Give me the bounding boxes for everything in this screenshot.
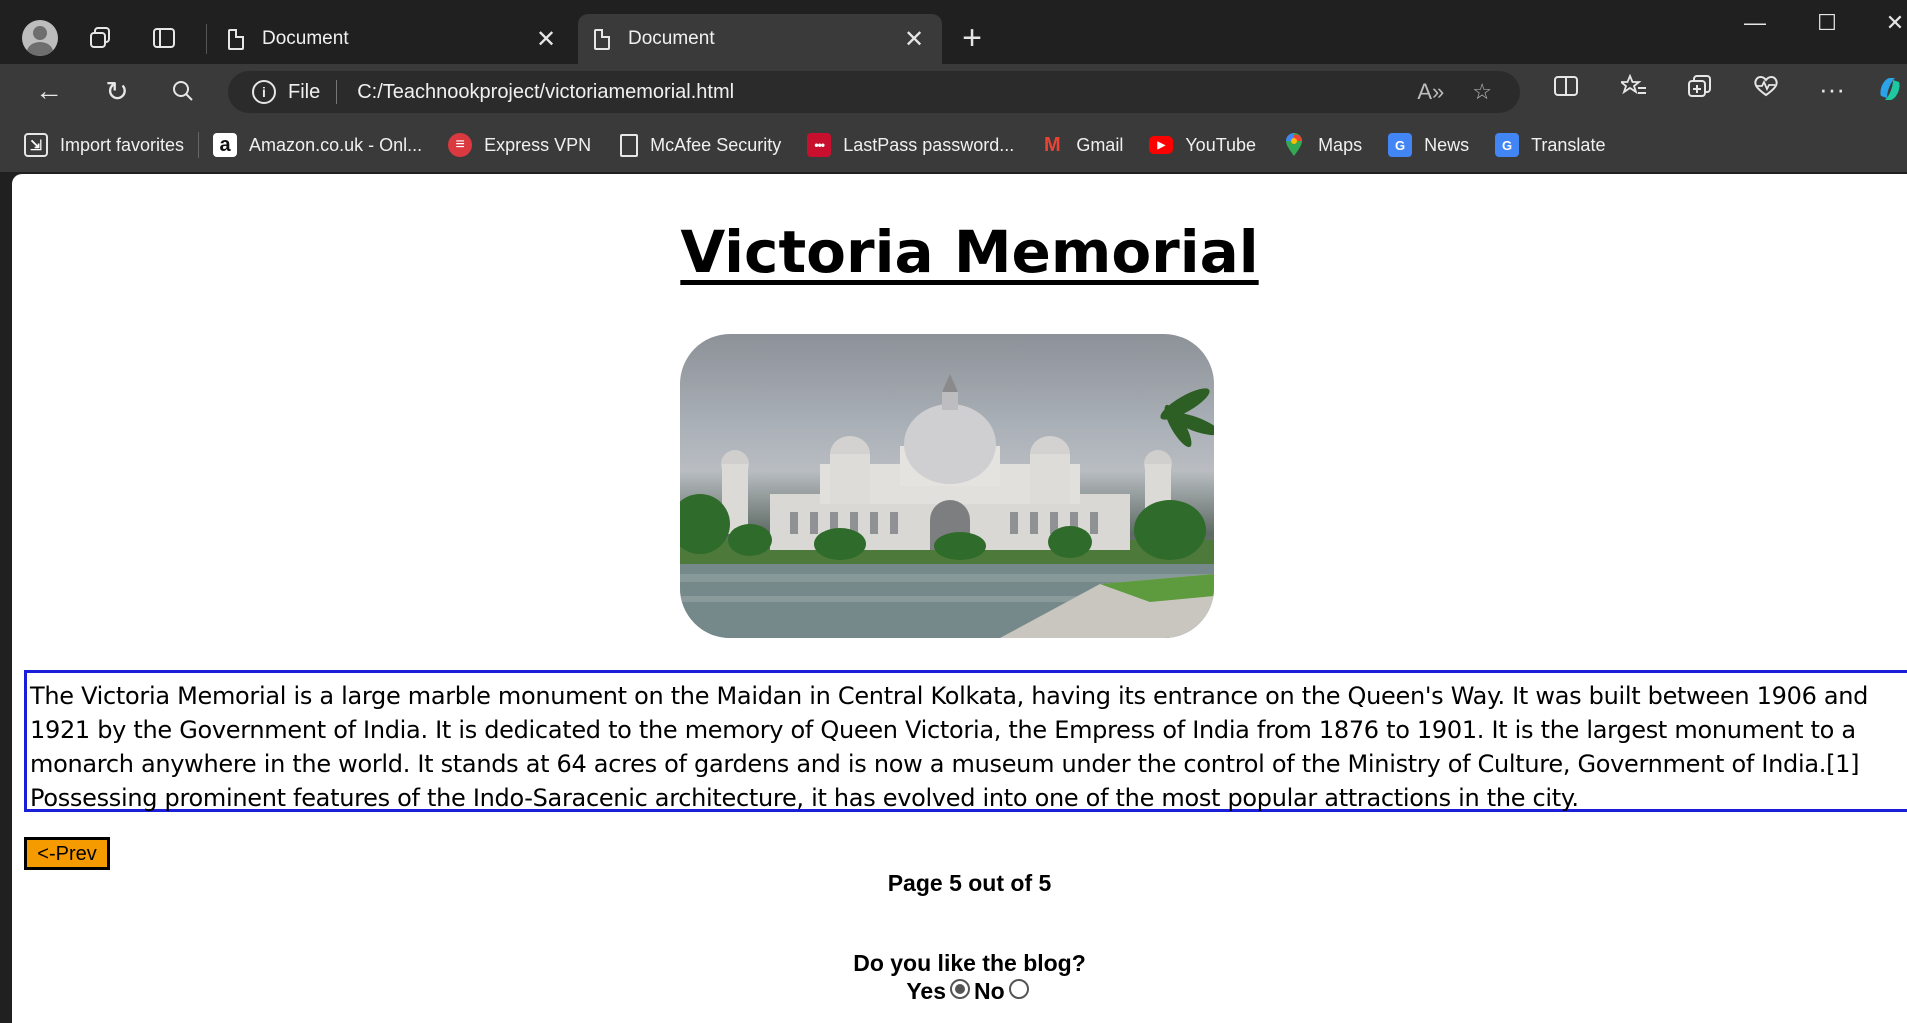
bookmark-amazon[interactable]: a Amazon.co.uk - Onl... <box>213 133 422 157</box>
profile-avatar[interactable] <box>20 18 60 58</box>
tab-title: Document <box>262 28 349 49</box>
minimize-button[interactable]: — <box>1732 10 1778 36</box>
bookmark-lastpass[interactable]: ••• LastPass password... <box>807 133 1014 157</box>
new-tab-button[interactable]: + <box>952 18 992 58</box>
pagination-info: Page 5 out of 5 <box>887 870 1052 896</box>
poll-yes-radio[interactable] <box>949 978 970 999</box>
bookmarks-bar: ⇲ Import favorites a Amazon.co.uk - Onl.… <box>0 118 1907 172</box>
bookmark-gmail[interactable]: M Gmail <box>1040 133 1123 157</box>
bookmark-label: McAfee Security <box>650 134 782 155</box>
split-screen-icon[interactable] <box>1548 74 1584 105</box>
expressvpn-icon: ≡ <box>448 133 473 157</box>
bookmarks-divider <box>198 132 200 158</box>
address-scheme: File <box>288 80 321 103</box>
maximize-button[interactable]: ☐ <box>1804 10 1850 36</box>
page-icon <box>620 133 639 157</box>
tab-close-icon[interactable]: ✕ <box>534 25 558 54</box>
gmail-icon: M <box>1043 133 1061 156</box>
avatar-icon <box>22 20 58 56</box>
bookmark-maps[interactable]: Maps <box>1282 133 1362 157</box>
bookmark-label: Amazon.co.uk - Onl... <box>249 134 423 155</box>
description-box: The Victoria Memorial is a large marble … <box>24 670 1907 812</box>
collections-icon[interactable] <box>1682 74 1718 105</box>
poll-no-label: No <box>973 978 1005 1004</box>
read-aloud-icon[interactable]: A» <box>1417 79 1444 105</box>
poll-question: Do you like the blog? <box>853 950 1086 976</box>
tab-document-1[interactable]: Document ✕ <box>212 14 574 64</box>
monument-illustration <box>680 374 1214 638</box>
tab-close-icon[interactable]: ✕ <box>902 25 926 54</box>
bookmark-news[interactable]: G News <box>1388 133 1469 157</box>
copilot-icon[interactable] <box>1872 74 1907 111</box>
import-icon: ⇲ <box>24 133 48 157</box>
document-icon <box>228 28 244 50</box>
favorite-star-icon[interactable]: ☆ <box>1472 79 1492 105</box>
tab-title: Document <box>628 28 715 49</box>
bookmark-label: Maps <box>1318 134 1363 155</box>
address-url[interactable]: C:/Teachnookproject/victoriamemorial.htm… <box>357 81 1417 104</box>
bookmark-translate[interactable]: G Translate <box>1495 133 1605 157</box>
tab-document-2[interactable]: Document ✕ <box>578 14 942 64</box>
bookmark-mcafee[interactable]: McAfee Security <box>617 133 782 157</box>
page-title: Victoria Memorial <box>680 218 1259 286</box>
lastpass-icon: ••• <box>807 133 832 157</box>
description-paragraph: The Victoria Memorial is a large marble … <box>30 682 1869 812</box>
prev-button[interactable]: <-Prev <box>24 837 110 870</box>
bookmark-label: LastPass password... <box>843 134 1015 155</box>
bookmark-youtube[interactable]: ▶ YouTube <box>1149 135 1256 156</box>
youtube-icon: ▶ <box>1149 136 1174 154</box>
browser-essentials-icon[interactable] <box>1748 74 1784 105</box>
vertical-tabs-icon <box>153 28 175 48</box>
workspaces-button[interactable] <box>80 18 120 58</box>
more-options-icon[interactable]: ··· <box>1814 74 1850 105</box>
address-divider <box>336 80 338 104</box>
site-info-icon[interactable]: i <box>252 80 276 104</box>
search-icon <box>173 81 193 101</box>
address-bar[interactable]: i File C:/Teachnookproject/victoriamemor… <box>228 71 1520 113</box>
bookmark-label: YouTube <box>1185 134 1257 155</box>
victoria-memorial-photo <box>680 334 1214 638</box>
tab-actions-button[interactable] <box>144 18 184 58</box>
workspaces-icon <box>90 27 110 48</box>
navigation-bar: ← ↻ i File C:/Teachnookproject/victoriam… <box>0 64 1907 118</box>
bookmark-label: Import favorites <box>60 134 185 155</box>
back-button[interactable]: ← <box>28 70 70 112</box>
bookmark-label: Express VPN <box>484 134 592 155</box>
web-page-content: Victoria Memorial The Victoria Memorial … <box>12 174 1907 1023</box>
bookmark-label: News <box>1424 134 1470 155</box>
bookmark-label: Gmail <box>1076 134 1124 155</box>
bookmark-express-vpn[interactable]: ≡ Express VPN <box>448 133 591 157</box>
bookmark-label: Translate <box>1531 134 1606 155</box>
translate-icon: G <box>1495 133 1520 157</box>
maps-icon <box>1282 133 1306 157</box>
bookmark-import-favorites[interactable]: ⇲ Import favorites <box>24 133 184 157</box>
poll-options: Yes No <box>12 978 1907 1005</box>
poll-no-radio[interactable] <box>1008 978 1029 999</box>
close-window-button[interactable]: ✕ <box>1872 10 1907 36</box>
amazon-icon: a <box>213 133 238 157</box>
poll-yes-label: Yes <box>906 978 946 1004</box>
document-icon <box>594 28 610 50</box>
news-icon: G <box>1388 133 1413 157</box>
reload-button[interactable]: ↻ <box>96 70 138 112</box>
favorites-icon[interactable] <box>1616 73 1652 105</box>
tab-divider <box>206 24 207 54</box>
search-button[interactable] <box>162 70 204 112</box>
